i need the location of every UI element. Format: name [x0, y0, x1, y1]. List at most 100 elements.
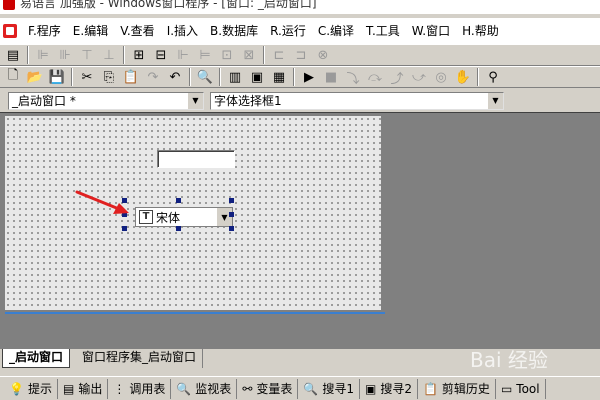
- toolbar-separator: [219, 68, 221, 86]
- panel-toolbox-label: Tool: [516, 381, 540, 396]
- layout-toolbar: ▤ ⊫ ⊪ ⊤ ⊥ ⊞ ⊟ ⊩ ⊨ ⊡ ⊠ ⊏ ⊐ ⊗: [0, 44, 600, 66]
- space-horizontal-icon[interactable]: ⊩: [172, 45, 194, 65]
- chevron-down-icon[interactable]: ▼: [487, 93, 503, 109]
- window-selector-value: _启动窗口 *: [12, 94, 76, 108]
- stop-icon[interactable]: ■: [320, 67, 342, 87]
- font-selector-control[interactable]: T 宋体 ▼: [135, 207, 233, 227]
- save-icon[interactable]: 💾: [46, 67, 68, 87]
- panel-clipboard-history[interactable]: 📋 剪辑历史: [418, 378, 496, 399]
- panel-watch[interactable]: 🔍 监视表: [171, 378, 238, 399]
- space-vertical-icon[interactable]: ⊨: [194, 45, 216, 65]
- cut-icon[interactable]: ✂: [76, 67, 98, 87]
- menu-database[interactable]: B.数据库: [204, 20, 264, 42]
- menu-insert[interactable]: I.插入: [161, 20, 204, 42]
- tab-window-program-set[interactable]: 窗口程序集_启动窗口: [76, 349, 204, 368]
- panel-watch-label: 监视表: [195, 382, 232, 396]
- menu-bar: F.程序 E.编辑 V.查看 I.插入 B.数据库 R.运行 C.编译 T.工具…: [0, 18, 600, 44]
- panel-hint[interactable]: 💡 提示: [4, 378, 58, 399]
- panel-search1-label: 搜寻1: [322, 382, 354, 396]
- find-icon[interactable]: 🔍: [194, 67, 216, 87]
- title-bar: 易语言 加强版 - Windows窗口程序 - [窗口: _启动窗口]: [0, 0, 600, 14]
- toolbar-separator: [27, 46, 29, 64]
- align-top-icon[interactable]: ⊤: [76, 45, 98, 65]
- step-into-icon[interactable]: ⤵: [342, 67, 364, 87]
- selector-bar: _启动窗口 * ▼ 字体选择框1 ▼: [0, 90, 600, 112]
- undo-icon[interactable]: ↶: [164, 67, 186, 87]
- font-selector-value: 宋体: [156, 210, 181, 225]
- menu-help[interactable]: H.帮助: [456, 20, 505, 42]
- center-vertical-icon[interactable]: ⊟: [150, 45, 172, 65]
- same-height-icon[interactable]: ⊠: [238, 45, 260, 65]
- window-list-icon[interactable]: ▥: [224, 67, 246, 87]
- resize-handle[interactable]: [229, 226, 234, 231]
- standard-toolbar: 🗋 📂 💾 ✂ ⎘ 📋 ↷ ↶ 🔍 ▥ ▣ ▦ ▶ ■ ⤵ ⤼ ⤴ ⤻ ◎ ✋ …: [0, 66, 600, 88]
- run-icon[interactable]: ▶: [298, 67, 320, 87]
- watermark: Bai 经验: [470, 348, 548, 372]
- app-logo-icon: [3, 0, 15, 10]
- panel-output[interactable]: ▤ 输出: [58, 378, 109, 399]
- watch-icon: 🔍: [176, 381, 192, 396]
- panel-hint-label: 提示: [27, 382, 52, 396]
- tab-startup-window[interactable]: _启动窗口: [2, 349, 71, 368]
- hand-icon[interactable]: ✋: [452, 67, 474, 87]
- align-left-icon[interactable]: ⊫: [32, 45, 54, 65]
- open-folder-icon[interactable]: 📂: [24, 67, 46, 87]
- form-icon[interactable]: ▤: [2, 45, 24, 65]
- menu-compile[interactable]: C.编译: [312, 20, 360, 42]
- toolbar-separator: [189, 68, 191, 86]
- menu-view[interactable]: V.查看: [114, 20, 160, 42]
- menu-window[interactable]: W.窗口: [406, 20, 456, 42]
- menu-program[interactable]: F.程序: [22, 20, 67, 42]
- same-size-icon[interactable]: ⊏: [268, 45, 290, 65]
- menu-edit[interactable]: E.编辑: [67, 20, 114, 42]
- lock-layout-icon[interactable]: ⊗: [312, 45, 334, 65]
- toolbar-separator: [293, 68, 295, 86]
- breakpoint-icon[interactable]: ◎: [430, 67, 452, 87]
- chevron-down-icon[interactable]: ▼: [187, 93, 203, 109]
- panel-toolbox[interactable]: ▭ Tool: [496, 378, 546, 399]
- run-to-cursor-icon[interactable]: ⤻: [408, 67, 430, 87]
- resize-handle[interactable]: [176, 226, 181, 231]
- same-width-icon[interactable]: ⊡: [216, 45, 238, 65]
- resize-handle[interactable]: [122, 226, 127, 231]
- panel-variables[interactable]: ⚯ 变量表: [237, 378, 299, 399]
- panel-call-table[interactable]: ⋮ 调用表: [108, 378, 172, 399]
- edit-box-control[interactable]: [157, 150, 235, 168]
- red-arrow-icon: [75, 190, 129, 214]
- resize-handle[interactable]: [176, 198, 181, 203]
- chevron-down-icon[interactable]: ▼: [216, 208, 232, 226]
- resize-handle[interactable]: [229, 212, 234, 217]
- window-selector[interactable]: _启动窗口 * ▼: [8, 92, 204, 110]
- center-horizontal-icon[interactable]: ⊞: [128, 45, 150, 65]
- call-table-icon: ⋮: [113, 381, 126, 396]
- align-right-icon[interactable]: ⊪: [54, 45, 76, 65]
- panel-call-table-label: 调用表: [129, 382, 166, 396]
- redo-icon[interactable]: ↷: [142, 67, 164, 87]
- new-file-icon[interactable]: 🗋: [2, 67, 24, 87]
- design-form[interactable]: T 宋体 ▼: [5, 116, 383, 312]
- resize-handle[interactable]: [229, 198, 234, 203]
- window-view-icon[interactable]: ▣: [246, 67, 268, 87]
- step-over-icon[interactable]: ⤼: [364, 67, 386, 87]
- app-menu-icon[interactable]: [2, 23, 18, 39]
- align-bottom-icon[interactable]: ⊥: [98, 45, 120, 65]
- window-split-icon[interactable]: ▦: [268, 67, 290, 87]
- panel-search2[interactable]: ▣ 搜寻2: [360, 378, 418, 399]
- output-icon: ▤: [62, 381, 75, 396]
- search-icon: 🔍: [303, 381, 319, 396]
- panel-search1[interactable]: 🔍 搜寻1: [298, 378, 360, 399]
- grid-icon[interactable]: ⊐: [290, 45, 312, 65]
- hint-icon: 💡: [9, 381, 24, 396]
- menu-tools[interactable]: T.工具: [360, 20, 406, 42]
- component-selector[interactable]: 字体选择框1 ▼: [210, 92, 504, 110]
- component-selector-value: 字体选择框1: [214, 94, 282, 108]
- toolbox-icon: ▭: [500, 381, 513, 396]
- variable-icon: ⚯: [242, 381, 253, 396]
- step-out-icon[interactable]: ⤴: [386, 67, 408, 87]
- design-form-edge: [5, 312, 385, 314]
- copy-icon[interactable]: ⎘: [98, 67, 120, 87]
- toolbar-separator: [477, 68, 479, 86]
- binoculars-icon[interactable]: ⚲: [482, 67, 504, 87]
- menu-run[interactable]: R.运行: [264, 20, 312, 42]
- paste-icon[interactable]: 📋: [120, 67, 142, 87]
